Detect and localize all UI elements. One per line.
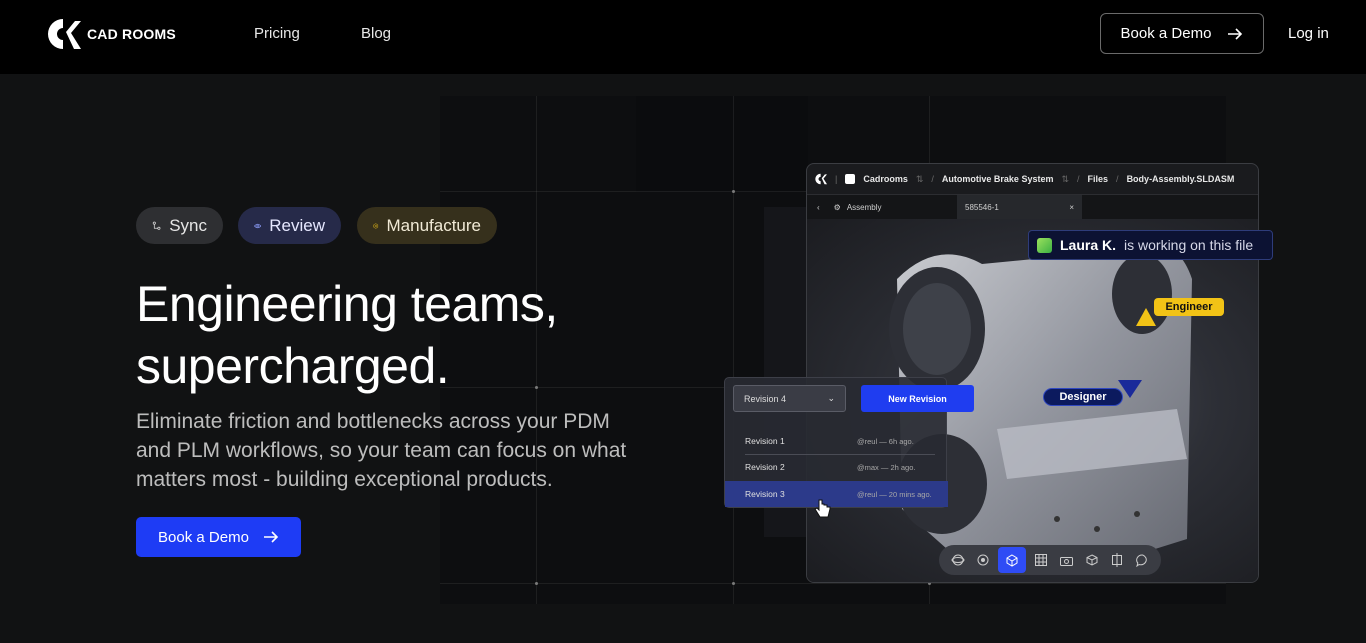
camera-icon[interactable] xyxy=(1057,550,1077,570)
crumb-file[interactable]: Body-Assembly.SLDASM xyxy=(1127,174,1235,184)
assembly-label: Assembly xyxy=(846,202,882,212)
revision-panel: Revision 4 ⌄ New Revision Revision 1 @re… xyxy=(724,377,974,508)
eye-icon xyxy=(254,223,262,228)
revision-label: Revision 3 xyxy=(745,489,785,499)
workspace-icon xyxy=(845,174,856,184)
back-icon[interactable]: ‹ xyxy=(817,203,820,212)
grid-line xyxy=(440,583,1226,584)
grid-dot xyxy=(732,190,735,193)
revision-row[interactable]: Revision 1 @reul — 6h ago. xyxy=(725,428,948,454)
git-branch-icon xyxy=(152,221,161,230)
hero-subtext: Eliminate friction and bottlenecks acros… xyxy=(136,410,627,491)
file-tab-label: 585546-1 xyxy=(965,202,999,212)
avatar xyxy=(1037,237,1052,253)
arrow-right-icon xyxy=(1228,27,1243,40)
section-icon[interactable] xyxy=(1107,550,1127,570)
assembly-icon: ⚙ xyxy=(833,202,841,212)
crumb-files[interactable]: Files xyxy=(1088,174,1109,184)
file-tabbar: ‹ ⚙ Assembly 585546-1 × xyxy=(807,195,1258,219)
pill-review: Review xyxy=(238,207,341,244)
grid-background-accent xyxy=(636,96,808,192)
hero-book-demo-label: Book a Demo xyxy=(158,528,249,546)
headline-line-2: supercharged. xyxy=(136,338,450,394)
cube-view-icon[interactable] xyxy=(998,547,1027,573)
revision-select[interactable]: Revision 4 ⌄ xyxy=(733,385,846,412)
nav-link-pricing[interactable]: Pricing xyxy=(254,25,300,42)
pill-manufacture: Manufacture xyxy=(357,207,497,244)
app-window: | Cadrooms ⇅ / Automotive Brake System ⇅… xyxy=(806,163,1259,583)
chevron-updown-icon[interactable]: ⇅ xyxy=(1061,174,1069,185)
crumb-workspace[interactable]: Cadrooms xyxy=(863,174,908,184)
pill-review-label: Review xyxy=(269,215,325,235)
brand-logo[interactable]: CAD ROOMS xyxy=(47,18,176,50)
separator: | xyxy=(835,174,838,184)
brand-name: CAD ROOMS xyxy=(87,26,176,42)
revision-row-selected[interactable]: Revision 3 @reul — 20 mins ago. xyxy=(725,481,948,507)
grid-line xyxy=(733,96,734,604)
file-tab[interactable]: 585546-1 × xyxy=(957,195,1082,219)
nav-book-demo-button[interactable]: Book a Demo xyxy=(1100,13,1264,54)
engineer-tag: Engineer xyxy=(1154,298,1224,316)
nav-link-blog[interactable]: Blog xyxy=(361,25,391,42)
comment-icon[interactable] xyxy=(1132,550,1152,570)
logo-icon xyxy=(47,18,81,50)
chevron-updown-icon[interactable]: ⇅ xyxy=(916,174,924,185)
revision-label: Revision 2 xyxy=(745,462,785,472)
revision-meta: @reul — 20 mins ago. xyxy=(857,489,932,499)
chevron-down-icon: ⌄ xyxy=(827,393,835,403)
cursor-arrow-icon xyxy=(1136,308,1156,326)
headline-line-1: Engineering teams, xyxy=(136,276,558,332)
crumb-project[interactable]: Automotive Brake System xyxy=(942,174,1054,184)
presence-badge: Laura K. is working on this file xyxy=(1028,230,1273,260)
designer-tag: Designer xyxy=(1043,388,1123,406)
separator: / xyxy=(931,174,934,184)
logo-icon xyxy=(815,173,827,185)
presence-text: is working on this file xyxy=(1124,237,1254,253)
pill-sync-label: Sync xyxy=(169,215,207,235)
box-icon[interactable] xyxy=(1082,550,1102,570)
hero-headline: Engineering teams, supercharged. xyxy=(136,273,696,397)
separator: / xyxy=(1116,174,1119,184)
presence-name: Laura K. xyxy=(1060,237,1117,253)
revision-row[interactable]: Revision 2 @max — 2h ago. xyxy=(725,454,948,480)
revision-label: Revision 1 xyxy=(745,436,785,446)
grid-icon[interactable] xyxy=(1031,550,1051,570)
revision-meta: @reul — 6h ago. xyxy=(857,436,914,446)
revision-select-value: Revision 4 xyxy=(744,393,787,404)
breadcrumb: | Cadrooms ⇅ / Automotive Brake System ⇅… xyxy=(807,164,1258,195)
revision-meta: @max — 2h ago. xyxy=(857,462,916,472)
pill-sync: Sync xyxy=(136,207,223,244)
new-revision-button[interactable]: New Revision xyxy=(861,385,974,412)
grid-dot xyxy=(732,582,735,585)
grid-dot xyxy=(535,582,538,585)
viewer-toolbar xyxy=(939,545,1161,575)
close-icon[interactable]: × xyxy=(1069,203,1074,212)
top-nav: CAD ROOMS Pricing Blog Book a Demo Log i… xyxy=(0,0,1366,74)
separator: / xyxy=(1077,174,1080,184)
arrow-right-icon xyxy=(263,531,279,543)
hand-cursor-icon xyxy=(814,499,831,518)
rotate-icon[interactable] xyxy=(973,550,993,570)
login-link[interactable]: Log in xyxy=(1288,25,1329,42)
pill-manufacture-label: Manufacture xyxy=(386,215,482,235)
hero-book-demo-button[interactable]: Book a Demo xyxy=(136,517,301,557)
hexagon-gear-icon xyxy=(373,222,379,229)
orbit-icon[interactable] xyxy=(948,550,968,570)
nav-book-demo-label: Book a Demo xyxy=(1120,25,1212,42)
